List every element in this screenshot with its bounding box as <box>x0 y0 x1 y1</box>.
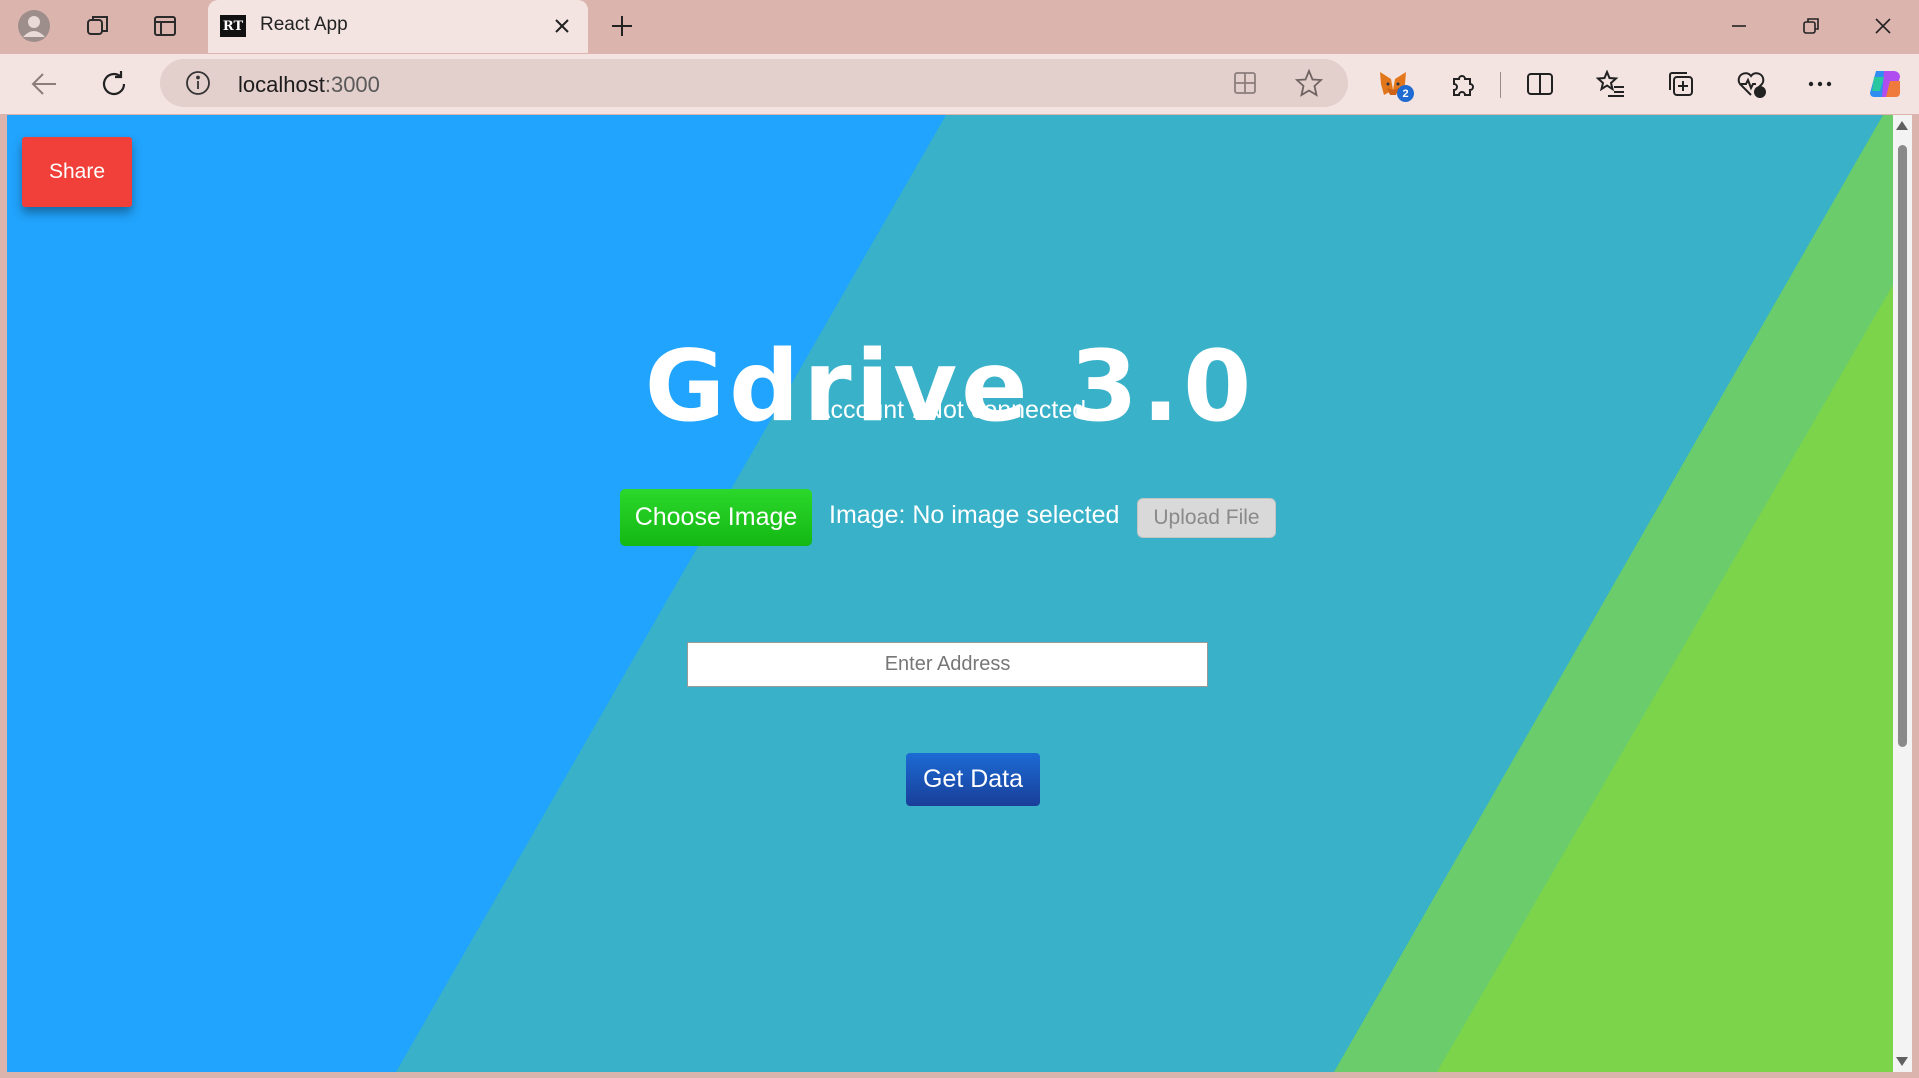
react-app-favicon: RT <box>220 15 246 37</box>
profile-icon[interactable] <box>14 8 54 44</box>
tab-title: React App <box>260 14 348 35</box>
address-bar[interactable]: localhost:3000 <box>160 59 1348 107</box>
browser-essentials-icon[interactable] <box>1729 64 1773 104</box>
minimize-icon[interactable] <box>1703 0 1775 52</box>
account-status: Account : Not connected <box>813 396 1087 424</box>
image-status-label: Image: No image selected <box>829 501 1120 529</box>
vertical-tabs-icon[interactable] <box>145 8 185 44</box>
address-input[interactable] <box>687 642 1208 687</box>
window-border-left <box>0 114 7 1078</box>
background-shapes <box>7 115 1893 1072</box>
collections-icon[interactable] <box>1659 64 1703 104</box>
scrollbar-thumb[interactable] <box>1898 145 1907 747</box>
window-border-right <box>1912 114 1919 1078</box>
share-button[interactable]: Share <box>22 137 132 207</box>
page-viewport: Share Gdrive 3.0 Account : Not connected… <box>7 115 1893 1072</box>
favorites-icon[interactable] <box>1589 64 1633 104</box>
new-tab-icon[interactable] <box>602 8 642 44</box>
tab-strip: RT React App <box>0 0 1919 54</box>
restore-icon[interactable] <box>1775 0 1847 52</box>
url-text[interactable]: localhost:3000 <box>238 72 380 98</box>
site-info-icon[interactable] <box>184 69 212 97</box>
navigation-bar: localhost:3000 2 <box>0 54 1919 114</box>
split-screen-icon[interactable] <box>1518 64 1562 104</box>
app-available-icon[interactable] <box>1228 67 1262 99</box>
toolbar-separator <box>1500 72 1501 98</box>
tab-react-app[interactable]: RT React App <box>208 0 588 53</box>
close-window-icon[interactable] <box>1847 0 1919 52</box>
metamask-extension-icon[interactable]: 2 <box>1371 64 1415 104</box>
page-title: Gdrive 3.0 <box>644 330 1256 444</box>
vertical-scrollbar[interactable] <box>1893 115 1912 1072</box>
back-icon[interactable] <box>22 64 66 104</box>
extension-badge: 2 <box>1397 85 1414 102</box>
copilot-icon[interactable] <box>1864 64 1908 104</box>
extensions-puzzle-icon[interactable] <box>1440 64 1484 104</box>
more-options-icon[interactable] <box>1798 64 1842 104</box>
favorite-star-icon[interactable] <box>1292 67 1326 99</box>
workspaces-icon[interactable] <box>78 8 118 44</box>
get-data-button[interactable]: Get Data <box>906 753 1040 806</box>
upload-file-button[interactable]: Upload File <box>1137 498 1276 538</box>
url-host: localhost <box>238 72 325 97</box>
choose-image-button[interactable]: Choose Image <box>620 489 812 546</box>
window-border-bottom <box>0 1072 1919 1078</box>
refresh-icon[interactable] <box>92 64 136 104</box>
url-port: :3000 <box>324 72 380 97</box>
close-tab-icon[interactable] <box>546 10 578 42</box>
scroll-up-arrow-icon[interactable] <box>1896 121 1908 130</box>
scroll-down-arrow-icon[interactable] <box>1896 1057 1908 1066</box>
